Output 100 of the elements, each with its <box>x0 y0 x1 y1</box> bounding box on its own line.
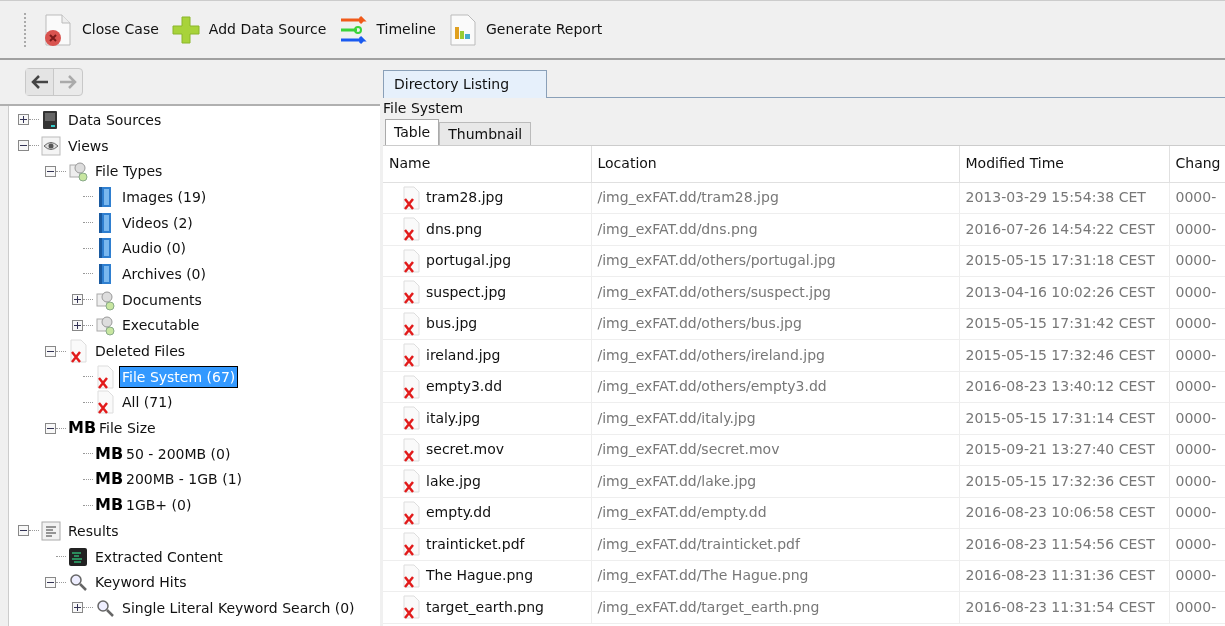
toolbar-button[interactable]: Add Data Source <box>170 9 327 50</box>
tree-item[interactable]: Executable <box>120 315 202 336</box>
deleted-file-icon <box>68 339 88 364</box>
tree-item[interactable]: Documents <box>120 289 204 310</box>
tree-item[interactable]: Views <box>66 135 111 156</box>
search-icon <box>95 597 115 618</box>
tree-item[interactable]: All (71) <box>120 392 175 413</box>
table-cell: /img_exFAT.dd/trainticket.pdf <box>591 528 959 560</box>
file-types-icon <box>68 160 88 183</box>
tree-item[interactable]: Archives (0) <box>120 263 208 284</box>
table-cell: 2016-08-23 13:40:12 CEST <box>959 371 1169 403</box>
tree-item[interactable]: Single Literal Keyword Search (0) <box>120 597 357 618</box>
tree-toggle[interactable] <box>45 345 56 357</box>
tree-item[interactable]: 50 - 200MB (0) <box>124 443 233 464</box>
tree-item[interactable]: Images (19) <box>120 186 209 207</box>
column-header[interactable]: Modified Time <box>959 146 1169 182</box>
deleted-file-icon <box>401 217 421 242</box>
deleted-file-icon <box>95 364 115 389</box>
tree-toggle[interactable] <box>45 422 56 434</box>
size-icon: MB <box>95 441 123 466</box>
tree-item[interactable]: Results <box>66 520 121 541</box>
tree-toggle[interactable] <box>45 576 56 588</box>
table-cell: 0000- <box>1169 371 1225 403</box>
back-button[interactable] <box>26 69 54 95</box>
tree-toggle[interactable] <box>18 525 29 537</box>
file-name: bus.jpg <box>426 314 478 334</box>
tree-item[interactable]: Videos (2) <box>120 212 195 233</box>
table-cell: 2015-05-15 17:31:14 CEST <box>959 402 1169 434</box>
file-name: empty3.dd <box>426 377 503 397</box>
table-cell: 2016-08-23 11:31:54 CEST <box>959 591 1169 623</box>
file-name: target_earth.png <box>426 597 544 617</box>
deleted-file-icon <box>401 500 421 525</box>
size-icon: MB <box>95 493 123 518</box>
table-cell: /img_exFAT.dd/lake.jpg <box>591 465 959 497</box>
table-cell: 0000- <box>1169 591 1225 623</box>
table-cell: /img_exFAT.dd/others/empty3.dd <box>591 371 959 403</box>
deleted-file-icon <box>401 374 421 399</box>
tree-item[interactable]: Deleted Files <box>93 341 188 362</box>
table-cell: 0000- <box>1169 528 1225 560</box>
tab[interactable]: Directory Listing <box>383 70 547 98</box>
column-header[interactable]: Chang <box>1169 146 1225 182</box>
tree-item[interactable]: Audio (0) <box>120 238 189 259</box>
timeline-icon <box>338 14 369 45</box>
tree-toggle[interactable] <box>72 294 83 306</box>
file-name: trainticket.pdf <box>426 534 525 554</box>
deleted-file-icon <box>401 343 421 368</box>
document-close-icon <box>42 12 74 47</box>
tree-toggle[interactable] <box>45 165 56 177</box>
file-name: suspect.jpg <box>426 282 507 302</box>
deleted-file-icon <box>401 406 421 431</box>
table-cell: 2016-08-23 11:31:36 CEST <box>959 560 1169 592</box>
table-cell: /img_exFAT.dd/italy.jpg <box>591 402 959 434</box>
table-cell: 0000- <box>1169 308 1225 340</box>
tree-toggle[interactable] <box>18 140 29 152</box>
table-cell: 2016-08-23 11:54:56 CEST <box>959 528 1169 560</box>
table-cell: /img_exFAT.dd/others/bus.jpg <box>591 308 959 340</box>
table-cell: 0000- <box>1169 339 1225 371</box>
tree-toggle[interactable] <box>72 602 83 614</box>
tree-item[interactable]: Extracted Content <box>93 546 225 567</box>
forward-arrow-icon <box>59 75 77 89</box>
column-header[interactable]: Location <box>591 146 959 182</box>
toolbar-button[interactable]: Generate Report <box>447 9 603 50</box>
size-icon: MB <box>68 416 96 441</box>
tree-item[interactable]: Keyword Hits <box>93 572 189 593</box>
table-cell: /img_exFAT.dd/secret.mov <box>591 434 959 466</box>
table-cell: 2015-05-15 17:32:46 CEST <box>959 339 1169 371</box>
tree-item[interactable]: File Size <box>97 418 158 439</box>
toolbar-button[interactable]: Timeline <box>338 9 436 50</box>
table-cell: /img_exFAT.dd/others/suspect.jpg <box>591 276 959 308</box>
tree-toggle[interactable] <box>18 114 29 126</box>
file-name: dns.png <box>426 219 483 239</box>
toolbar-button[interactable]: Close Case <box>42 9 159 50</box>
tree-item[interactable]: Data Sources <box>66 109 164 130</box>
deleted-file-icon <box>95 390 115 415</box>
tab[interactable]: Table <box>385 119 440 145</box>
deleted-file-icon <box>401 311 421 336</box>
plus-icon <box>170 14 201 45</box>
tab[interactable]: Thumbnail <box>439 122 532 145</box>
tree-toggle[interactable] <box>72 319 83 331</box>
drive-icon <box>41 109 59 130</box>
column-header[interactable]: Name <box>383 146 591 182</box>
file-name: italy.jpg <box>426 408 481 428</box>
size-icon: MB <box>95 467 123 492</box>
table-cell: 0000- <box>1169 245 1225 277</box>
report-icon <box>41 520 61 541</box>
file-types-icon <box>95 314 115 337</box>
deleted-file-icon <box>401 469 421 494</box>
file-name: ireland.jpg <box>426 345 501 365</box>
file-name: The Hague.png <box>426 566 534 586</box>
file-name: tram28.jpg <box>426 188 504 208</box>
table-cell: /img_exFAT.dd/others/ireland.jpg <box>591 339 959 371</box>
tree-item[interactable]: File Types <box>93 161 165 182</box>
table-cell: 2015-09-21 13:27:40 CEST <box>959 434 1169 466</box>
deleted-file-icon <box>401 532 421 557</box>
table-cell: 2015-05-15 17:31:18 CEST <box>959 245 1169 277</box>
tree-item[interactable]: 1GB+ (0) <box>124 495 194 516</box>
table-cell: /img_exFAT.dd/The Hague.png <box>591 560 959 592</box>
tree-item[interactable]: 200MB - 1GB (1) <box>124 469 244 490</box>
deleted-file-icon <box>401 437 421 462</box>
table-cell: 0000- <box>1169 497 1225 529</box>
